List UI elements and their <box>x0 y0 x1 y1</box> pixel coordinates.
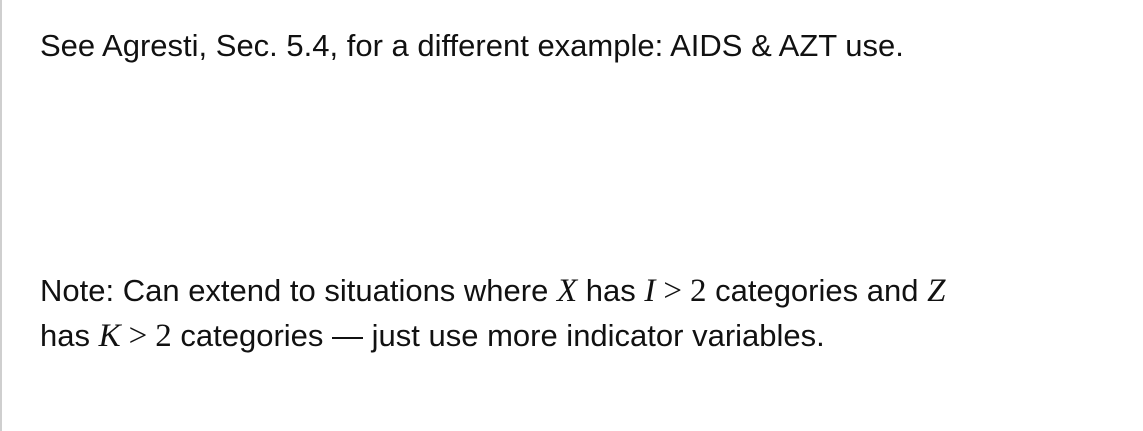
math-var-z: Z <box>927 273 946 309</box>
slide-page: See Agresti, Sec. 5.4, for a different e… <box>0 0 1143 431</box>
note-line-1: Note: Can extend to situations where X h… <box>40 271 945 311</box>
note-text-4: has <box>40 318 99 353</box>
math-gt-1: > <box>663 273 682 309</box>
math-var-k: K <box>98 318 121 354</box>
math-num-1: 2 <box>689 273 707 309</box>
note-text-2: has <box>577 273 645 308</box>
note-text-3: categories and <box>706 273 928 308</box>
note-text-5: categories — just use more indicator var… <box>171 318 825 353</box>
note-text-1: Note: Can extend to situations where <box>40 273 557 308</box>
math-num-2: 2 <box>155 318 172 354</box>
math-gt-2: > <box>128 318 148 354</box>
math-var-x: X <box>556 273 578 309</box>
note-line-2: has K >2 categories — just use more indic… <box>40 316 825 356</box>
agresti-reference-line: See Agresti, Sec. 5.4, for a different e… <box>40 28 904 63</box>
math-var-i: I <box>644 273 656 309</box>
